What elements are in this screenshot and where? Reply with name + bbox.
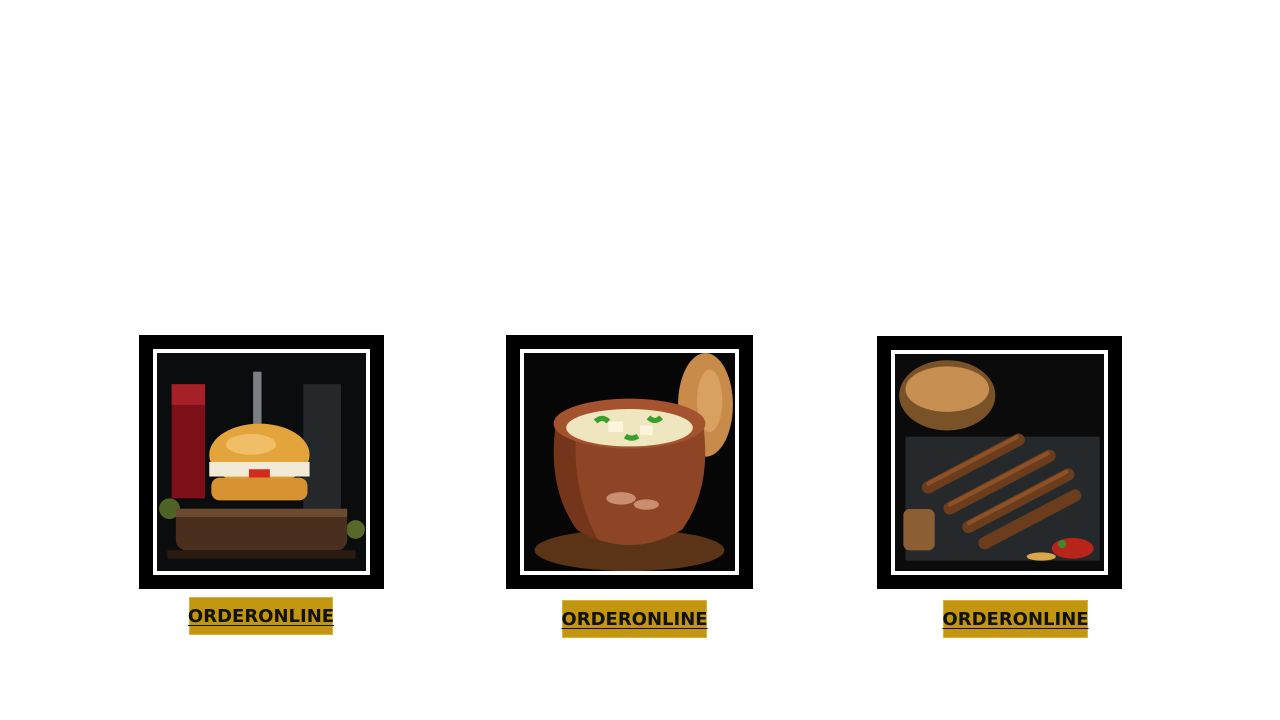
- burger-image[interactable]: [153, 349, 370, 575]
- menu-card-curry[interactable]: [506, 335, 753, 589]
- menu-card-kebab[interactable]: [877, 336, 1122, 589]
- kebab-skewers-image[interactable]: [891, 350, 1108, 575]
- menu-card-burger[interactable]: [139, 335, 384, 589]
- order-online-button-burger[interactable]: ORDERONLINE: [188, 597, 334, 635]
- order-online-button-curry[interactable]: ORDERONLINE: [561, 600, 708, 638]
- menu-section: ORDERONLINE ORDERONLINE ORDERONLINE: [0, 0, 1280, 720]
- kebab-skewers-illustration: [895, 354, 1104, 571]
- burger-illustration: [157, 353, 366, 571]
- order-online-button-kebab[interactable]: ORDERONLINE: [942, 600, 1089, 638]
- curry-pot-illustration: [524, 353, 735, 571]
- curry-pot-image[interactable]: [520, 349, 739, 575]
